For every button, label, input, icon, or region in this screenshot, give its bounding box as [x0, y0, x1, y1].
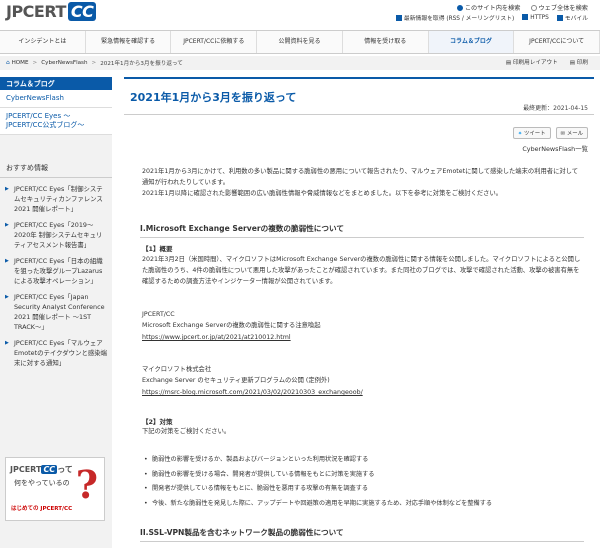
sidebar: コラム＆ブログ CyberNewsFlash JPCERT/CC Eyes ～J… — [0, 77, 112, 548]
recommended-list: JPCERT/CC Eyes「制御システムセキュリティカンファレンス 2021 … — [0, 178, 112, 372]
banner-logo: JPCERT CC って — [10, 465, 73, 474]
mobile-link[interactable]: モバイル — [556, 13, 588, 22]
sidebar-item-cybernewsflash[interactable]: CyberNewsFlash — [0, 90, 112, 108]
sidebar-heading: コラム＆ブログ — [0, 77, 112, 90]
print-layout-icon: ▤ — [505, 60, 513, 66]
printer-icon: ▤ — [569, 60, 577, 66]
nav-column-blog[interactable]: コラム＆ブログ — [428, 31, 515, 53]
main-content: 2021年1月から3月を振り返って 最終更新：2021-04-15 ✦ ツイート… — [124, 77, 594, 548]
sidebar-item-eyes[interactable]: JPCERT/CC Eyes ～JPCERT/CC公式ブログ～ — [0, 108, 112, 135]
lock-icon — [522, 14, 529, 20]
list-item: 脆弱性の影響を受けるか、製品およびバージョンといった利用状況を確認する — [142, 453, 582, 468]
intro-paragraph-2: 2021年1月以降に確認された影響範囲の広い脆弱性情報や脅威情報などをまとめまし… — [142, 190, 503, 197]
print-layout-link[interactable]: ▤ 印刷用レイアウト — [506, 56, 558, 70]
tweet-button[interactable]: ✦ ツイート — [512, 127, 551, 139]
twitter-icon: ✦ — [517, 131, 523, 137]
page-title: 2021年1月から3月を振り返って — [130, 91, 297, 104]
nav-about[interactable]: JPCERT/CCについて — [514, 31, 600, 53]
section-1-measures-heading: 【2】対策 — [142, 418, 173, 426]
recommended-item[interactable]: JPCERT/CC Eyes「Japan Security Analyst Co… — [0, 290, 112, 336]
nav-subscribe[interactable]: 情報を受け取る — [343, 31, 429, 53]
banner-subtext: はじめての JPCERT/CC — [11, 506, 73, 512]
rss-icon — [395, 15, 402, 21]
breadcrumb: ⌂ HOME > CyberNewsFlash > 2021年1月から3月を振り… — [0, 56, 600, 70]
section-1-overview-text: 2021年3月2日（米国時間）、マイクロソフトはMicrosoft Exchan… — [142, 256, 581, 285]
https-link[interactable]: HTTPS — [522, 14, 549, 21]
last-updated: 最終更新：2021-04-15 — [523, 105, 588, 112]
global-nav: インシデントとは 緊急情報を確認する JPCERT/CCに依頼する 公開資料を見… — [0, 30, 600, 54]
recommended-item[interactable]: JPCERT/CC Eyes「2019～2020年 制御システムセキュリティアセ… — [0, 218, 112, 254]
title-bar: 2021年1月から3月を振り返って 最終更新：2021-04-15 — [124, 77, 594, 115]
recommended-item[interactable]: JPCERT/CC Eyes「マルウェアEmotetのテイクダウンと感染端末に対… — [0, 336, 112, 372]
nav-incident[interactable]: インシデントとは — [0, 31, 86, 53]
breadcrumb-separator: > — [91, 60, 97, 66]
home-icon: ⌂ — [6, 60, 10, 66]
breadcrumb-home[interactable]: HOME — [12, 60, 29, 66]
measures-list: 脆弱性の影響を受けるか、製品およびバージョンといった利用状況を確認する 脆弱性の… — [142, 453, 582, 511]
print-links: ▤ 印刷用レイアウト ▤ 印刷 — [506, 56, 588, 70]
ref2-url-link[interactable]: https://msrc-blog.microsoft.com/2021/03/… — [142, 387, 582, 398]
section-2-title: II.SSL-VPN製品を含むネットワーク製品の脆弱性について — [140, 527, 584, 542]
rss-link[interactable]: 最新情報を取得 (RSS / メーリングリスト) — [395, 13, 514, 22]
list-item: 開発者が提供している情報をもとに、脆弱性を悪用する攻撃の有無を調査する — [142, 482, 582, 497]
nav-alerts[interactable]: 緊急情報を確認する — [86, 31, 172, 53]
question-mark-icon: ? — [75, 462, 98, 507]
recommended-item[interactable]: JPCERT/CC Eyes「制御システムセキュリティカンファレンス 2021 … — [0, 182, 112, 218]
nav-request[interactable]: JPCERT/CCに依頼する — [171, 31, 258, 53]
print-link[interactable]: ▤ 印刷 — [570, 56, 588, 70]
radio-selected-icon — [456, 5, 463, 11]
intro-text: 2021年1月から3月にかけて、利用数の多い製品に関する脆弱性の悪用について報告… — [142, 166, 582, 199]
site-header: JPCERT CC このサイト内を検索 ウェブ全体を検索 最新情報を取得 (RSS… — [0, 0, 600, 30]
cc-badge: CC — [67, 2, 97, 21]
section-1-measures-text: 下記の対策をご検討ください。 — [142, 428, 231, 435]
utility-links: 最新情報を取得 (RSS / メーリングリスト) HTTPS モバイル — [395, 13, 588, 22]
radio-icon — [530, 5, 537, 11]
list-item: 脆弱性の影響を受ける場合、開発者が提供している情報をもとに対策を実施する — [142, 468, 582, 483]
breadcrumb-current: 2021年1月から3月を振り返って — [100, 61, 183, 67]
banner-text: 何をやっているの — [14, 479, 70, 487]
intro-paragraph-1: 2021年1月から3月にかけて、利用数の多い製品に関する脆弱性の悪用について報告… — [142, 168, 579, 186]
breadcrumb-cybernewsflash[interactable]: CyberNewsFlash — [41, 60, 87, 66]
recommended-item[interactable]: JPCERT/CC Eyes「日本の組織を狙った攻撃グループLazarusによる… — [0, 254, 112, 290]
share-buttons: ✦ ツイート ✉ メール — [512, 127, 588, 139]
cybernewsflash-list-link[interactable]: CyberNewsFlash一覧 — [522, 144, 588, 153]
search-web-radio[interactable]: ウェブ全体を検索 — [530, 3, 588, 12]
recommended-heading: おすすめ情報 — [0, 157, 112, 178]
search-site-radio[interactable]: このサイト内を検索 — [456, 3, 521, 12]
mail-button[interactable]: ✉ メール — [555, 127, 588, 139]
ref1-url-link[interactable]: https://www.jpcert.or.jp/at/2021/at21001… — [142, 332, 582, 343]
about-jpcert-banner[interactable]: JPCERT CC って 何をやっているの はじめての JPCERT/CC ? — [5, 457, 105, 521]
site-logo[interactable]: JPCERT CC — [6, 2, 97, 21]
ref2-title: Exchange Server のセキュリティ更新プログラムの公開 (定例外) — [142, 377, 330, 384]
breadcrumb-separator: > — [32, 60, 38, 66]
ref1-title: Microsoft Exchange Serverの複数の脆弱性に関する注意喚起 — [142, 322, 321, 329]
section-1-title: I.Microsoft Exchange Serverの複数の脆弱性について — [140, 223, 584, 238]
ref1-org: JPCERT/CC — [142, 311, 175, 318]
nav-publications[interactable]: 公開資料を見る — [257, 31, 343, 53]
mail-icon: ✉ — [560, 131, 566, 137]
list-item: 今後、新たな脆弱性を発見した際に、アップデートや回避策の適用を早期に実施するため… — [142, 497, 582, 512]
mobile-icon — [556, 15, 563, 21]
section-1-overview-heading: 【1】概要 — [142, 245, 173, 253]
search-scope: このサイト内を検索 ウェブ全体を検索 — [456, 3, 588, 12]
ref2-org: マイクロソフト株式会社 — [142, 366, 212, 373]
